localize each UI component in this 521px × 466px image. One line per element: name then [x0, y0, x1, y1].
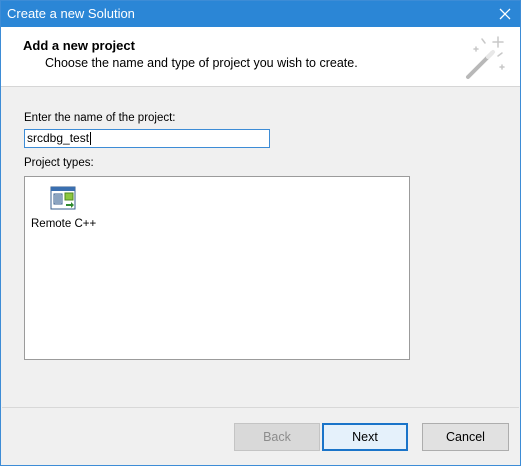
cancel-button[interactable]: Cancel: [422, 423, 509, 451]
remote-cpp-project-icon: [49, 182, 81, 219]
header-title: Add a new project: [23, 38, 135, 53]
text-caret: [90, 132, 92, 146]
project-name-label: Enter the name of the project:: [24, 112, 176, 124]
next-button[interactable]: Next: [322, 423, 408, 451]
header-subtitle: Choose the name and type of project you …: [45, 56, 358, 70]
title-bar[interactable]: Create a new Solution: [1, 1, 520, 27]
project-type-item-remote-cpp[interactable]: Remote C++: [30, 181, 100, 233]
wizard-header: Add a new project Choose the name and ty…: [1, 27, 520, 87]
project-types-list[interactable]: Remote C++: [24, 176, 410, 360]
project-name-value: srcdbg_test: [27, 131, 90, 145]
close-icon[interactable]: [490, 1, 520, 27]
window-title: Create a new Solution: [7, 6, 135, 21]
project-type-label: Remote C++: [31, 218, 97, 230]
back-button[interactable]: Back: [234, 423, 320, 451]
magic-wand-icon: [462, 31, 506, 88]
project-name-input[interactable]: srcdbg_test: [24, 129, 270, 148]
footer-divider: [2, 407, 519, 408]
dialog-window: Create a new Solution Add a new project …: [0, 0, 521, 466]
project-types-label: Project types:: [24, 157, 94, 169]
